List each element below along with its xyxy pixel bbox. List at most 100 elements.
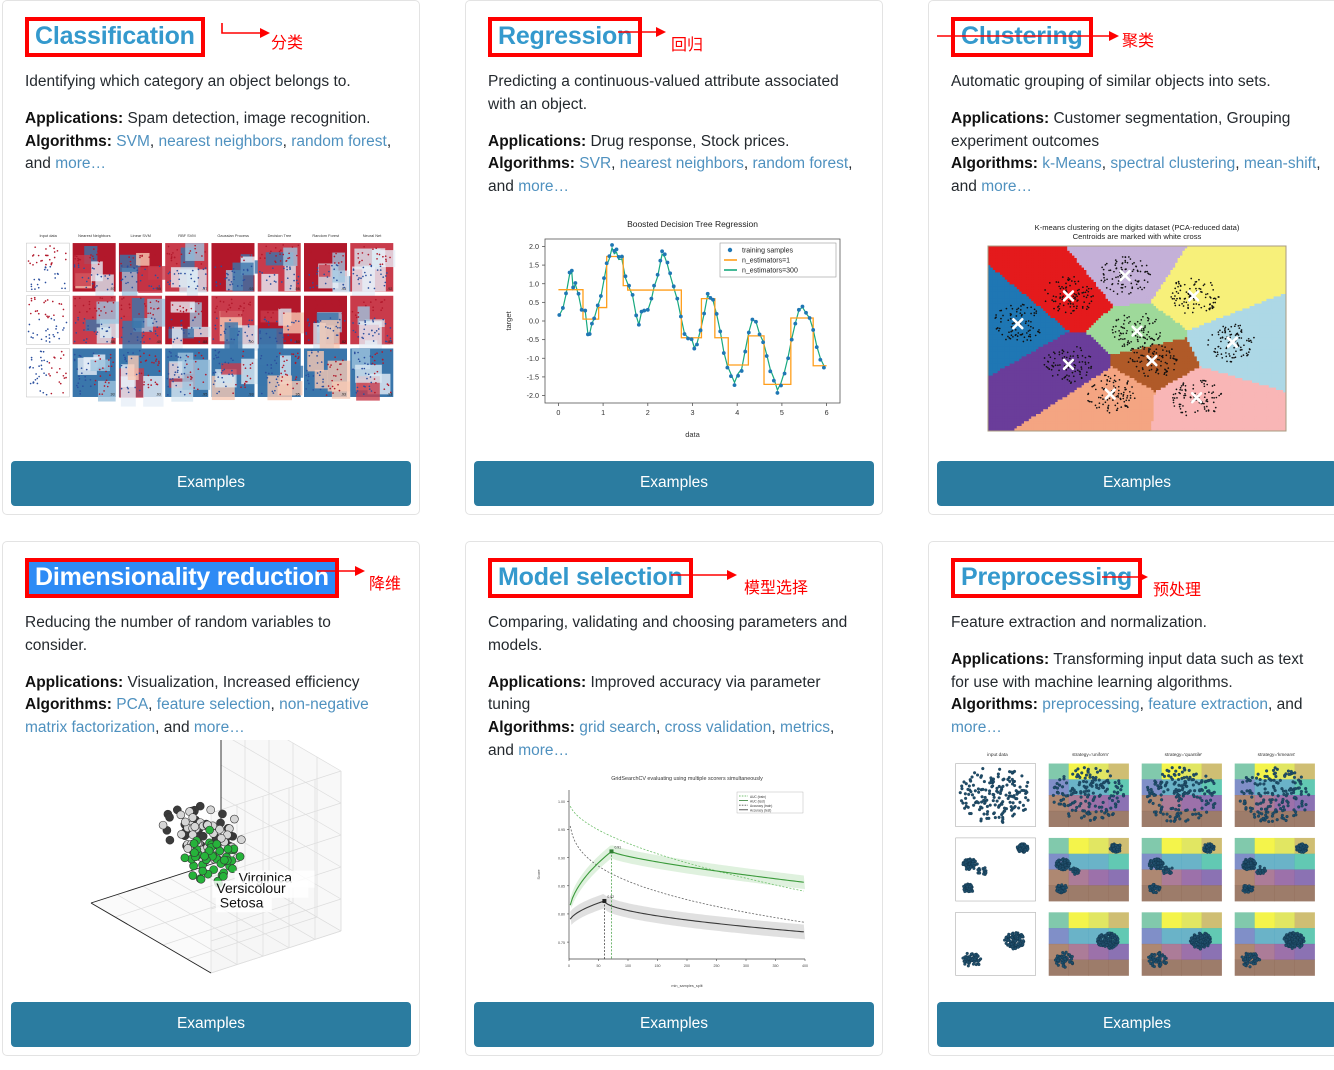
card-meta: Applications: Transforming input data su…: [951, 650, 1304, 737]
algorithm-link[interactable]: cross validation: [665, 719, 772, 736]
algorithm-link[interactable]: feature selection: [157, 696, 271, 713]
card-thumbnail-classification[interactable]: Input data Nearest Neighbors .97 .88 .93 Line…: [25, 176, 397, 461]
card-title-link-regression[interactable]: Regression: [488, 17, 643, 57]
card-title-link-model-selection[interactable]: Model selection: [488, 558, 693, 598]
more-link[interactable]: more…: [55, 155, 106, 172]
card-title-link-preprocessing[interactable]: Preprocessing: [951, 558, 1143, 598]
algorithm-link[interactable]: nearest neighbors: [159, 133, 283, 150]
svg-text:Gaussian Process: Gaussian Process: [217, 233, 249, 238]
svg-text:Random Forest: Random Forest: [312, 233, 340, 238]
svg-text:Linear SVM: Linear SVM: [131, 233, 151, 238]
algorithms-tail: and: [951, 178, 977, 196]
iris-pca-3d-thumbnail: VirginicaVersicolourSetosa: [90, 739, 342, 974]
kmeans-clustering-thumbnail: K-means clustering on the digits dataset…: [987, 223, 1287, 432]
card-thumbnail-dimensionality-reduction[interactable]: Virginica Versicolour Setosa: [25, 739, 397, 1002]
card-thumbnail-clustering[interactable]: K-means clustering on the digits dataset…: [951, 199, 1323, 461]
more-link[interactable]: more…: [951, 719, 1002, 736]
card-body: Clustering Automatic grouping of similar …: [929, 1, 1334, 461]
algorithm-link[interactable]: PCA: [116, 696, 148, 713]
svg-text:Decision Tree: Decision Tree: [268, 233, 292, 238]
kbins-discretizer-thumbnail: input data strategy='uniform' strategy='qu…: [955, 752, 1315, 976]
svg-text:training samples: training samples: [742, 248, 793, 255]
more-link[interactable]: more…: [518, 178, 569, 195]
svg-text:.93: .93: [156, 392, 161, 396]
examples-button-preprocessing[interactable]: Examples: [937, 1002, 1334, 1047]
algorithm-link[interactable]: random forest: [291, 133, 387, 150]
svg-text:.88: .88: [110, 339, 115, 343]
algorithm-link[interactable]: k-Means: [1042, 155, 1101, 172]
algorithm-link[interactable]: feature extraction: [1148, 696, 1268, 713]
algorithm-link[interactable]: metrics: [780, 719, 830, 736]
card-title-link-classification[interactable]: Classification: [25, 17, 205, 57]
more-link[interactable]: more…: [518, 742, 569, 759]
examples-button-model-selection[interactable]: Examples: [474, 1002, 874, 1047]
examples-button-dimensionality-reduction[interactable]: Examples: [11, 1002, 411, 1047]
card-meta: Applications: Visualization, Increased e…: [25, 673, 369, 737]
svg-text:2: 2: [645, 408, 649, 417]
applications-label: Applications:: [488, 673, 587, 691]
svg-text:data: data: [685, 430, 700, 439]
svg-text:.85: .85: [387, 339, 392, 343]
card-body: Classification Identifying which category…: [3, 1, 419, 461]
card-meta: Applications: Customer segmentation, Gro…: [951, 109, 1321, 196]
card-title-link-dimensionality-reduction[interactable]: Dimensionality reduction: [25, 558, 339, 598]
svg-text:4: 4: [735, 408, 739, 417]
examples-button-clustering[interactable]: Examples: [937, 461, 1334, 506]
svg-text:0.5: 0.5: [529, 298, 539, 307]
algorithm-link[interactable]: SVM: [116, 133, 150, 150]
card-thumbnail-regression[interactable]: Boosted Decision Tree Regression -2.0 -1.5…: [488, 199, 860, 461]
applications-value: Drug response, Stock prices.: [590, 132, 790, 150]
svg-text:.93: .93: [248, 392, 253, 396]
algorithm-link[interactable]: mean-shift: [1244, 155, 1316, 172]
svg-text:3: 3: [690, 408, 694, 417]
examples-button-regression[interactable]: Examples: [474, 461, 874, 506]
card-model-selection: Model selection Comparing, validating and…: [465, 541, 883, 1056]
svg-text:.82: .82: [341, 339, 346, 343]
svg-text:.95: .95: [295, 287, 300, 291]
algorithms-tail: and: [163, 719, 190, 737]
examples-button-classification[interactable]: Examples: [11, 461, 411, 506]
card-meta: Applications: Improved accuracy via para…: [488, 673, 835, 759]
svg-text:6: 6: [824, 408, 828, 417]
algorithm-link[interactable]: spectral clustering: [1110, 155, 1235, 172]
card-title-link-clustering[interactable]: Clustering: [951, 17, 1093, 57]
svg-text:1: 1: [601, 408, 605, 417]
card-thumbnail-preprocessing[interactable]: input data strategy='uniform' strategy='qu…: [951, 740, 1323, 1002]
more-link[interactable]: more…: [981, 178, 1032, 195]
algorithms-label: Algorithms:: [25, 132, 112, 150]
svg-text:.95: .95: [202, 392, 207, 396]
svg-text:K-means clustering on the digi: K-means clustering on the digits dataset…: [1035, 223, 1240, 232]
card-description: Predicting a continuous-valued attribute…: [488, 73, 839, 113]
algorithm-link[interactable]: nearest neighbors: [620, 155, 744, 172]
svg-text:.93: .93: [387, 392, 392, 396]
svg-text:.97: .97: [110, 287, 115, 291]
card-thumbnail-model-selection[interactable]: GridSearchCV evaluating using multiple s…: [488, 763, 860, 1002]
card-classification: Classification Identifying which category…: [2, 0, 420, 515]
svg-text:Centroids are marked with whit: Centroids are marked with white cross: [1073, 232, 1202, 241]
svg-text:-1.0: -1.0: [526, 354, 538, 363]
applications-label: Applications:: [25, 673, 124, 691]
gridsearchcv-chart: GridSearchCV evaluating using multiple s…: [529, 767, 819, 993]
algorithm-link[interactable]: grid search: [579, 719, 656, 736]
applications-value: Spam detection, image recognition.: [127, 109, 371, 127]
svg-text:n_estimators=300: n_estimators=300: [742, 268, 798, 275]
card-clustering: Clustering Automatic grouping of similar …: [928, 0, 1334, 515]
svg-text:.93: .93: [341, 392, 346, 396]
algorithm-link[interactable]: SVR: [579, 155, 611, 172]
algorithms-label: Algorithms:: [951, 696, 1038, 714]
svg-text:.95: .95: [295, 392, 300, 396]
card-meta: Applications: Spam detection, image reco…: [25, 109, 392, 173]
applications-label: Applications:: [951, 109, 1050, 127]
algorithms-tail: and: [25, 155, 51, 173]
algorithm-card-grid: Classification Identifying which category…: [0, 0, 1334, 1056]
svg-text:Nearest Neighbors: Nearest Neighbors: [78, 233, 110, 238]
card-description: Feature extraction and normalization.: [951, 614, 1207, 631]
algorithm-link[interactable]: random forest: [753, 155, 849, 172]
algorithm-link[interactable]: preprocessing: [1042, 696, 1139, 713]
svg-text:Neural Net: Neural Net: [363, 233, 383, 238]
more-link[interactable]: more…: [194, 719, 245, 736]
svg-text:Boosted Decision Tree Regressi: Boosted Decision Tree Regression: [627, 219, 758, 229]
classifier-comparison-thumbnail: Input data Nearest Neighbors .97 .88 .93 Line…: [26, 233, 396, 407]
applications-label: Applications:: [488, 132, 587, 150]
card-description: Identifying which category an object bel…: [25, 73, 351, 90]
